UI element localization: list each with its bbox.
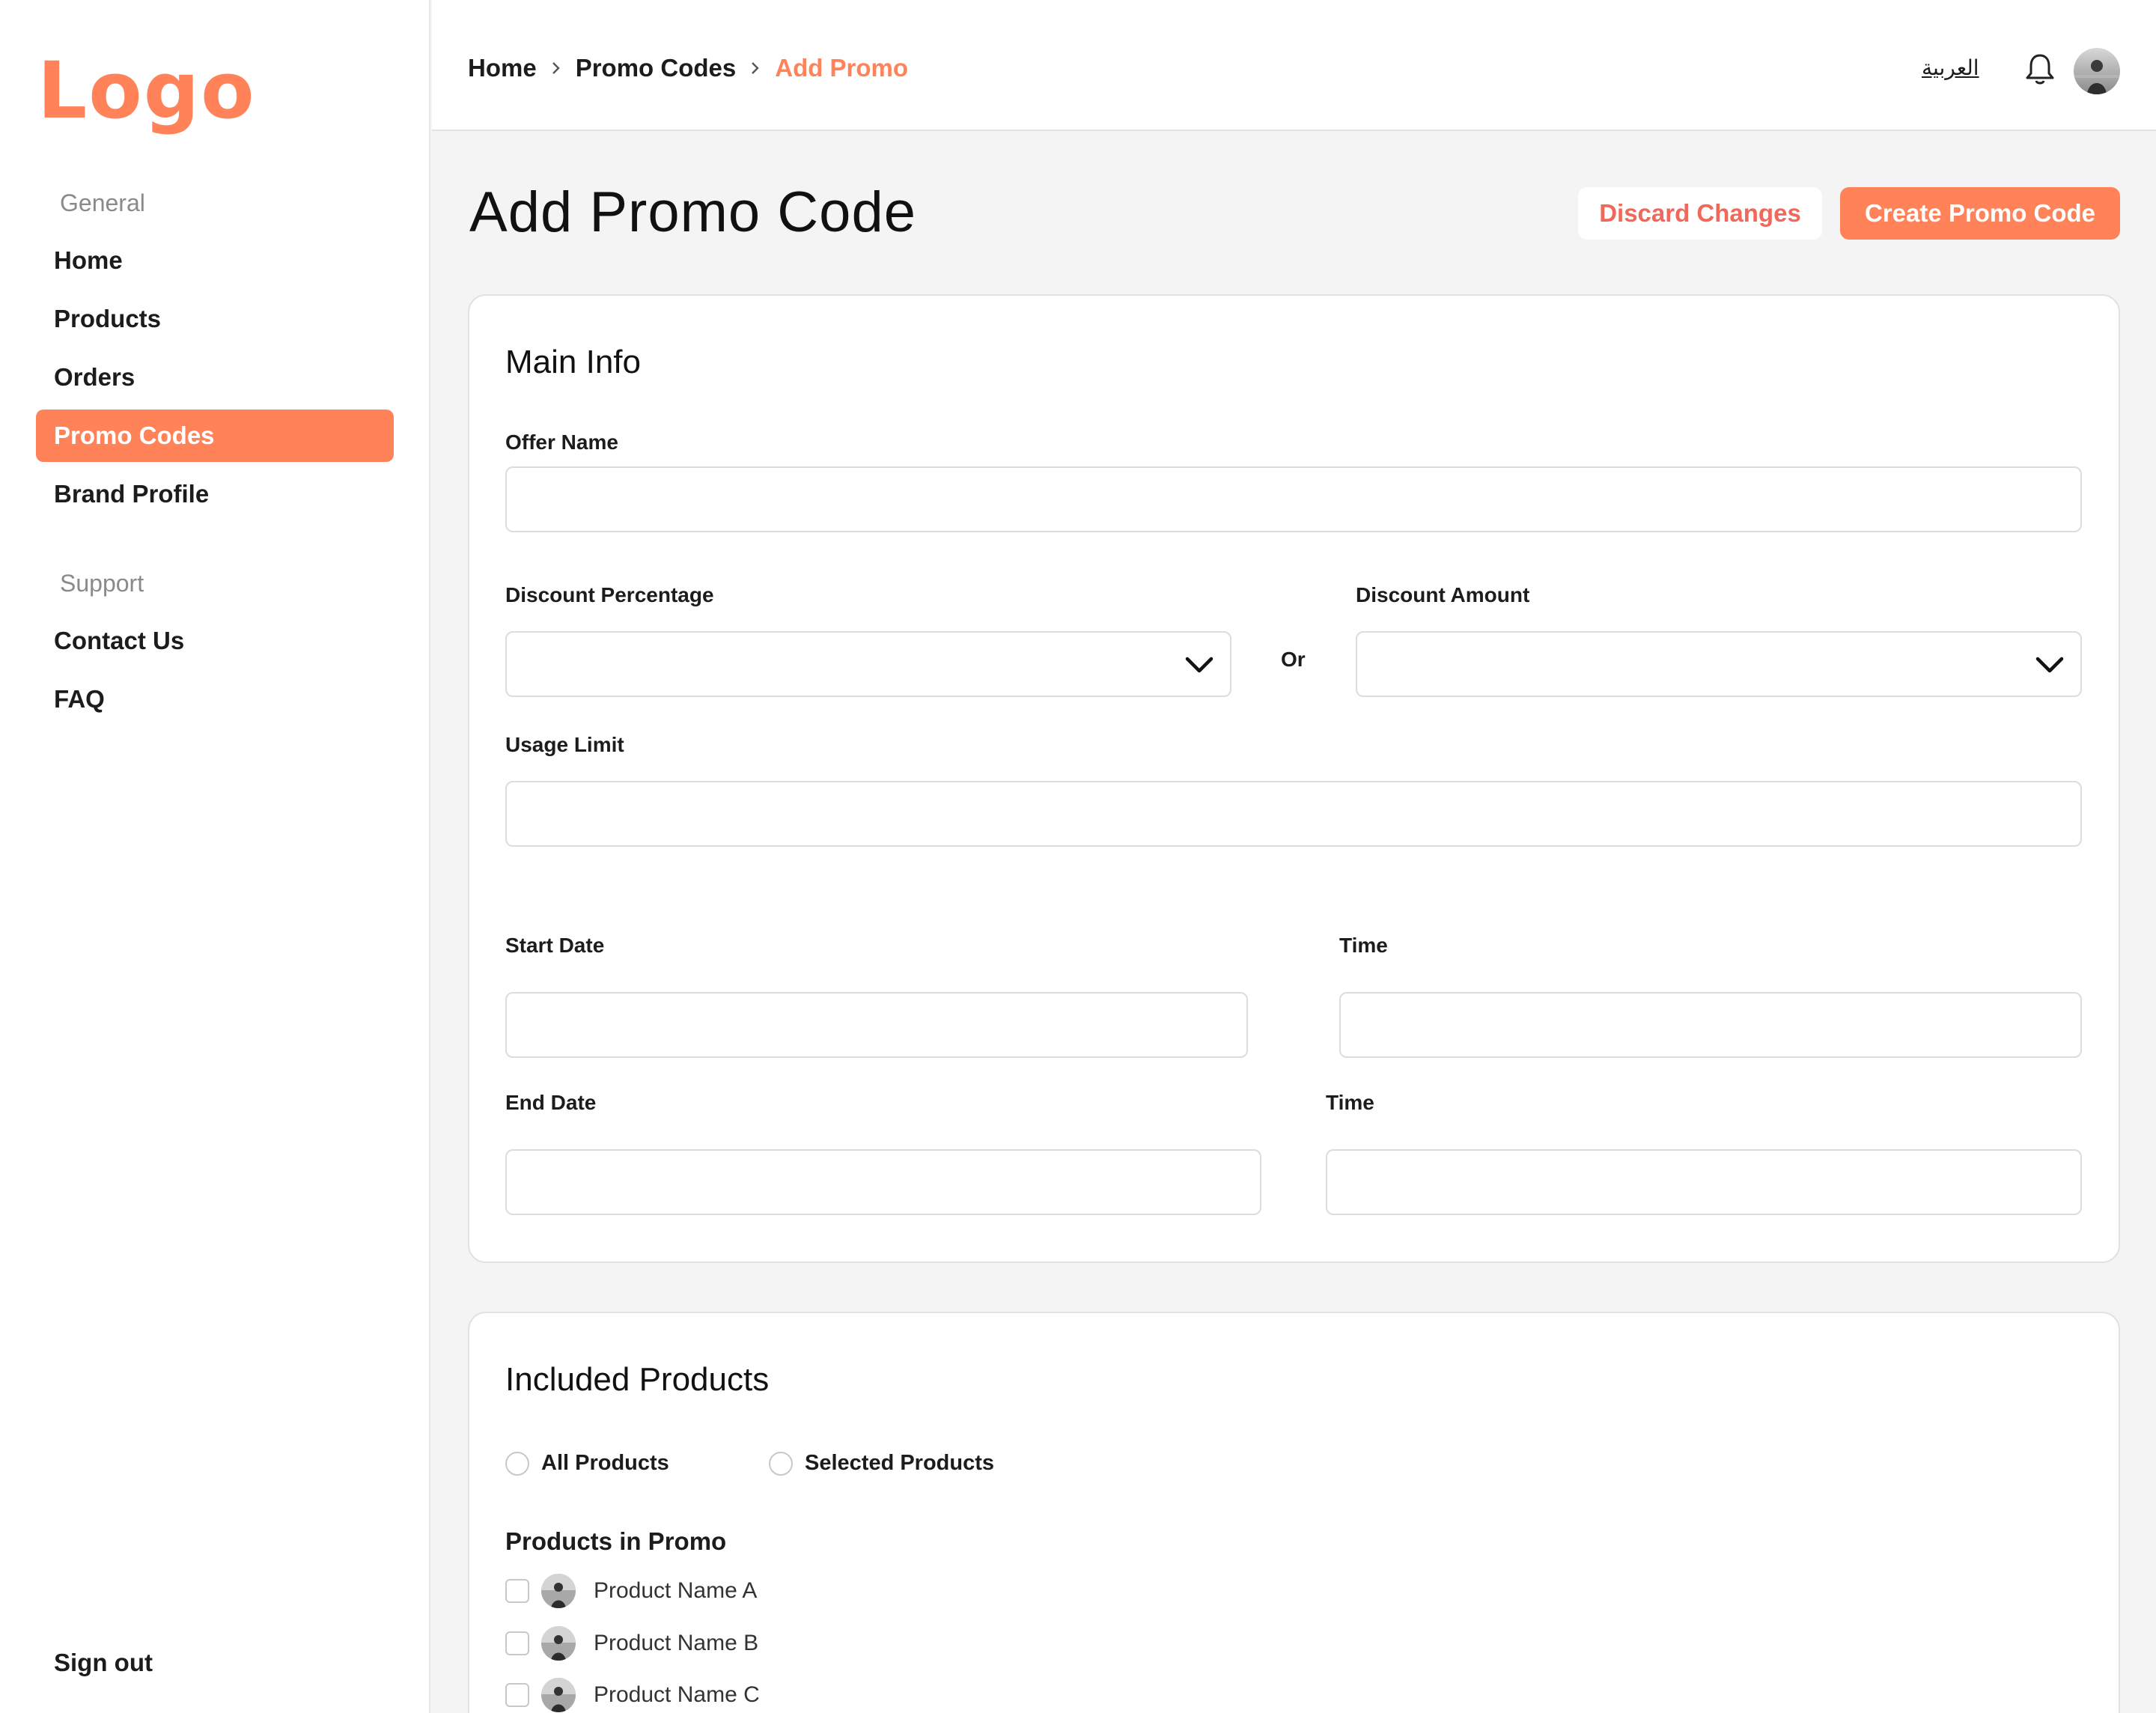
sidebar-item-faq[interactable]: FAQ — [36, 673, 394, 725]
start-date-input[interactable] — [505, 992, 1248, 1058]
sidebar-item-promo-codes[interactable]: Promo Codes — [36, 410, 394, 462]
offer-name-input[interactable] — [505, 466, 2082, 532]
discount-percentage-select[interactable] — [505, 631, 1231, 697]
products-in-promo-heading: Products in Promo — [505, 1527, 727, 1555]
nav-section-general: General — [60, 189, 145, 216]
usage-limit-label: Usage Limit — [505, 733, 624, 756]
product-checkbox[interactable] — [505, 1631, 529, 1655]
discount-amount-select[interactable] — [1356, 631, 2082, 697]
sidebar-item-orders[interactable]: Orders — [36, 351, 394, 404]
radio-all-products[interactable]: All Products — [505, 1451, 669, 1476]
language-switch[interactable]: العربية — [1922, 55, 1979, 80]
sidebar: Logo General Home Products Orders Promo … — [0, 0, 430, 1713]
breadcrumb-promo-codes[interactable]: Promo Codes — [576, 54, 737, 82]
product-thumbnail — [541, 1574, 576, 1608]
sidebar-item-home[interactable]: Home — [36, 234, 394, 287]
radio-selected-products[interactable]: Selected Products — [769, 1451, 994, 1476]
end-time-input[interactable] — [1326, 1149, 2082, 1215]
start-time-label: Time — [1339, 934, 1388, 957]
sidebar-item-products[interactable]: Products — [36, 293, 394, 345]
radio-button[interactable] — [769, 1451, 793, 1476]
start-date-label: Start Date — [505, 934, 605, 957]
sidebar-item-contact-us[interactable]: Contact Us — [36, 615, 394, 667]
discount-amount-label: Discount Amount — [1356, 583, 1530, 606]
list-item: Product Name C — [505, 1678, 760, 1712]
included-products-title: Included Products — [505, 1361, 770, 1398]
chevron-right-icon — [736, 61, 775, 76]
product-name: Product Name B — [594, 1631, 759, 1655]
discard-changes-button[interactable]: Discard Changes — [1578, 187, 1822, 240]
sidebar-item-brand-profile[interactable]: Brand Profile — [36, 468, 394, 520]
create-promo-code-button[interactable]: Create Promo Code — [1840, 187, 2120, 240]
or-separator: Or — [1281, 648, 1306, 671]
main-info-title: Main Info — [505, 344, 641, 380]
avatar[interactable] — [2074, 48, 2120, 94]
product-checkbox[interactable] — [505, 1683, 529, 1707]
nav-section-support: Support — [60, 570, 144, 597]
logo: Logo — [37, 45, 256, 136]
page-title: Add Promo Code — [469, 180, 916, 244]
chevron-right-icon — [537, 61, 576, 76]
breadcrumb: Home Promo Codes Add Promo — [468, 54, 908, 82]
usage-limit-input[interactable] — [505, 781, 2082, 847]
product-thumbnail — [541, 1678, 576, 1712]
product-name: Product Name C — [594, 1682, 760, 1707]
breadcrumb-add-promo: Add Promo — [775, 54, 909, 82]
end-date-label: End Date — [505, 1091, 597, 1114]
breadcrumb-home[interactable]: Home — [468, 54, 537, 82]
discount-percentage-label: Discount Percentage — [505, 583, 714, 606]
list-item: Product Name A — [505, 1574, 757, 1608]
list-item: Product Name B — [505, 1626, 758, 1661]
chevron-down-icon — [2035, 657, 2064, 673]
start-time-input[interactable] — [1339, 992, 2082, 1058]
topbar: Home Promo Codes Add Promo العربية — [432, 0, 2156, 131]
product-checkbox[interactable] — [505, 1579, 529, 1603]
radio-button[interactable] — [505, 1451, 529, 1476]
chevron-down-icon — [1185, 657, 1213, 673]
bell-icon[interactable] — [2024, 52, 2056, 87]
radio-label-all-products: All Products — [541, 1451, 669, 1475]
end-time-label: Time — [1326, 1091, 1374, 1114]
main-info-card: Main Info Offer Name Discount Percentage… — [468, 294, 2120, 1263]
offer-name-label: Offer Name — [505, 430, 618, 454]
product-thumbnail — [541, 1626, 576, 1661]
radio-label-selected-products: Selected Products — [805, 1451, 995, 1475]
product-name: Product Name A — [594, 1578, 758, 1603]
sign-out-button[interactable]: Sign out — [36, 1637, 394, 1689]
included-products-card: Included Products All Products Selected … — [468, 1312, 2120, 1713]
end-date-input[interactable] — [505, 1149, 1261, 1215]
